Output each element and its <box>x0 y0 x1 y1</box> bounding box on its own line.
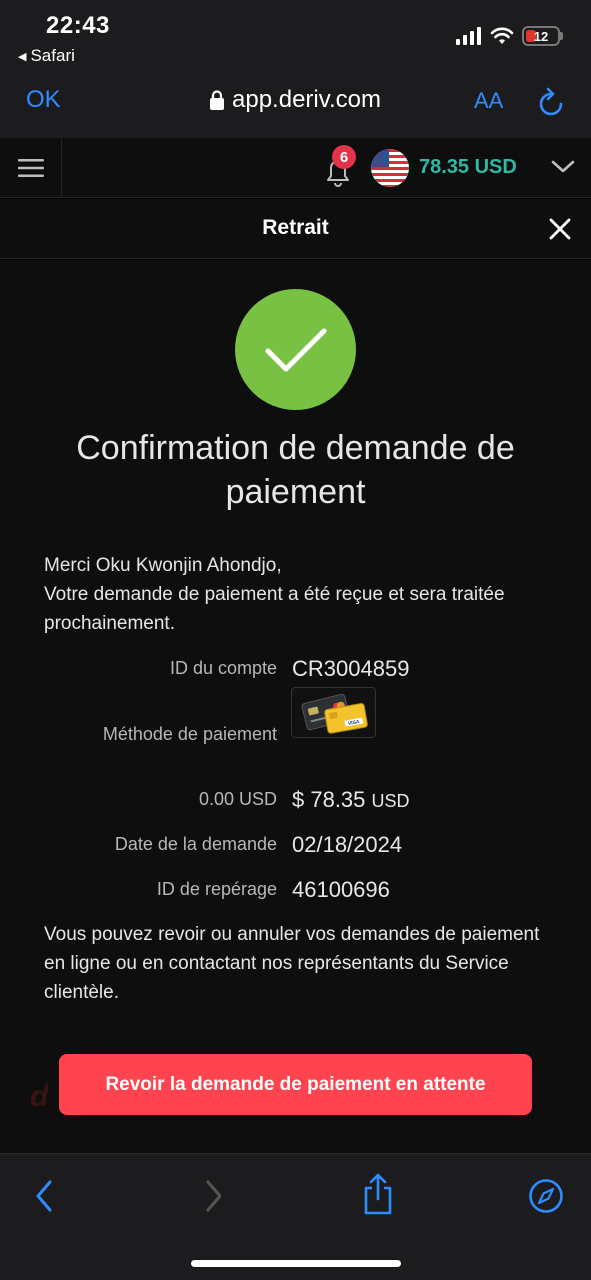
battery-icon: 12 <box>522 26 563 46</box>
account-balance[interactable]: 78.35 USD <box>419 156 517 179</box>
deriv-watermark-icon: d <box>30 1080 49 1113</box>
forward-icon[interactable] <box>202 1176 226 1216</box>
greeting-text: Merci Oku Kwonjin Ahondjo, <box>44 555 282 576</box>
amount-value: $ 78.35 USD <box>292 787 410 813</box>
account-id-value: CR3004859 <box>292 656 410 681</box>
confirmation-message: Merci Oku Kwonjin Ahondjo, Votre demande… <box>44 551 544 638</box>
menu-button[interactable] <box>0 138 62 198</box>
account-id-label: ID du compte <box>169 658 277 678</box>
share-icon[interactable] <box>362 1172 394 1216</box>
back-app-label: Safari <box>30 46 75 65</box>
confirmation-title: Confirmation de demande de paiement <box>76 429 515 511</box>
request-date-label: Date de la demande <box>114 834 277 854</box>
tracking-id-label: ID de repérage <box>156 879 277 899</box>
close-icon[interactable] <box>548 217 572 241</box>
us-flag-icon[interactable] <box>371 149 409 187</box>
chevron-down-icon[interactable] <box>550 158 576 176</box>
payment-method-card: VISA <box>291 687 376 738</box>
lock-icon <box>210 90 225 110</box>
battery-level: 12 <box>533 28 549 44</box>
wifi-icon <box>490 27 514 44</box>
payment-method-label: Méthode de paiement <box>102 724 277 744</box>
amount-number: $ 78.35 <box>292 787 366 812</box>
amount-label: 0.00 USD <box>198 789 277 809</box>
status-bar: 22:43 ◀ Safari 12 <box>0 0 591 72</box>
confirmation-panel: Confirmation de demande de paiement Merc… <box>0 260 591 1153</box>
reload-icon[interactable] <box>536 86 566 118</box>
back-icon[interactable] <box>32 1176 56 1216</box>
review-pending-request-button[interactable]: Revoir la demande de paiement en attente <box>59 1054 532 1115</box>
compass-icon[interactable] <box>527 1176 565 1216</box>
url-text: app.deriv.com <box>232 86 381 113</box>
modal-header: Retrait <box>0 199 591 259</box>
amount-unit: USD <box>371 791 410 811</box>
credit-card-icon: VISA <box>301 693 368 734</box>
notification-badge: 6 <box>332 145 356 169</box>
menu-icon <box>17 159 44 177</box>
clock: 22:43 <box>46 12 110 39</box>
request-date-value: 02/18/2024 <box>292 832 403 857</box>
checkmark-icon <box>265 328 326 371</box>
safari-address-bar: OK app.deriv.com AA <box>0 72 591 138</box>
text-size-button[interactable]: AA <box>474 88 503 114</box>
back-to-app-link[interactable]: ◀ Safari <box>18 46 75 66</box>
home-indicator <box>191 1260 401 1267</box>
tracking-id-value: 46100696 <box>292 877 390 902</box>
info-text: Vous pouvez revoir ou annuler vos demand… <box>44 924 540 1003</box>
system-icons: 12 <box>456 26 563 46</box>
success-badge <box>235 289 356 410</box>
message-text: Votre demande de paiement a été reçue et… <box>44 584 505 634</box>
back-triangle-icon: ◀ <box>18 50 27 63</box>
signal-icon <box>456 27 481 45</box>
aa-label: AA <box>474 88 504 113</box>
modal-title: Retrait <box>262 216 329 239</box>
